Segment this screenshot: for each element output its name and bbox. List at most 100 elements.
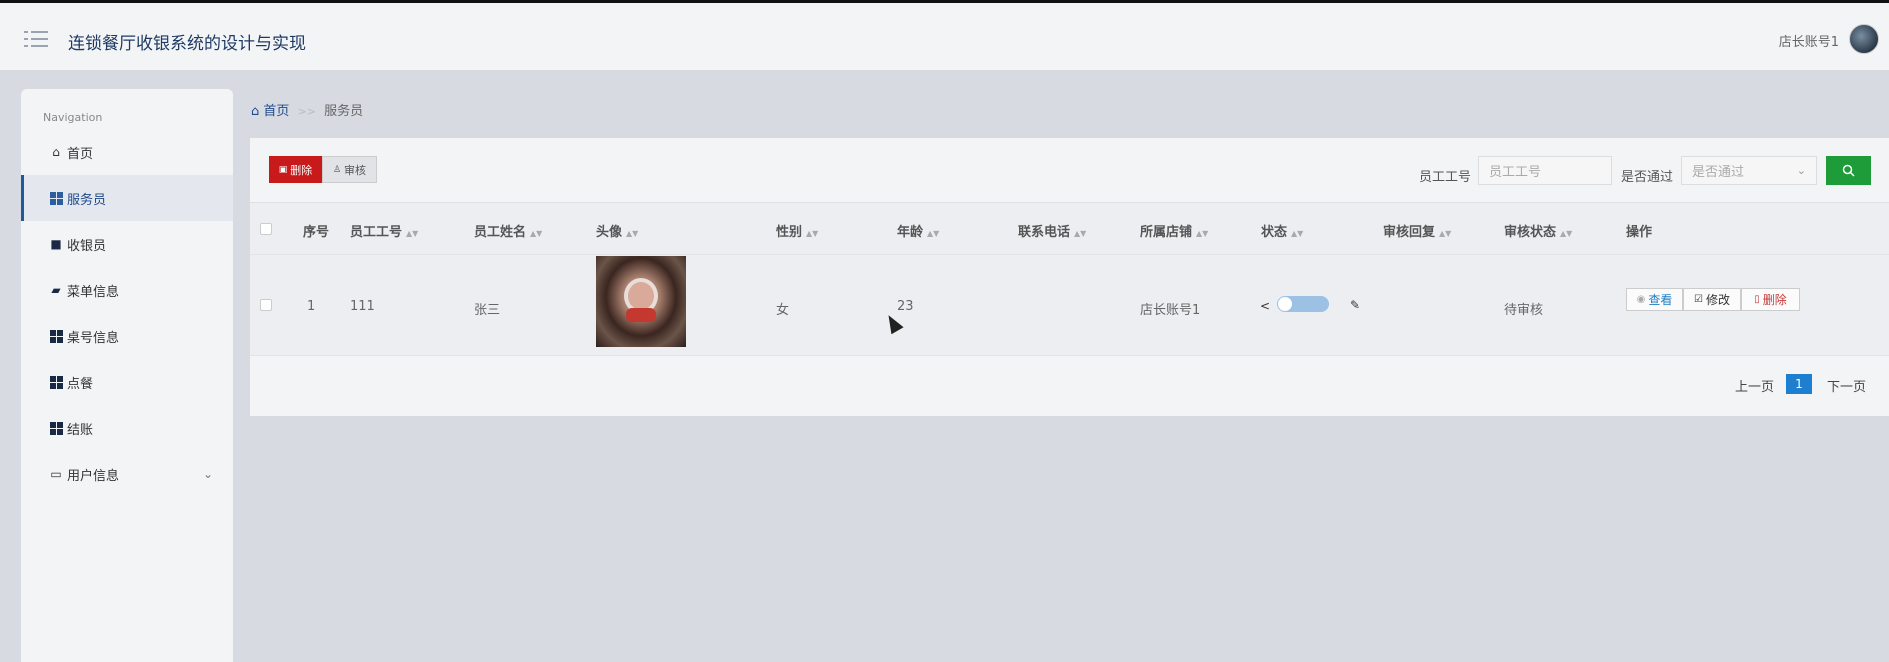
next-page-button[interactable]: 下一页 bbox=[1827, 376, 1866, 395]
user-avatar[interactable] bbox=[1849, 24, 1879, 54]
col-store[interactable]: 所属店铺 ▲▼ bbox=[1140, 221, 1208, 240]
select-all-checkbox[interactable] bbox=[260, 223, 272, 235]
cell-age: 23 bbox=[897, 299, 914, 314]
sidebar: Navigation ⌂ 首页 服务员 ■ 收银员 ▰ 菜单信息 桌号信息 点餐… bbox=[21, 89, 233, 662]
chevron-down-icon: ⌄ bbox=[1796, 164, 1806, 177]
col-staff-id[interactable]: 员工工号 ▲▼ bbox=[350, 221, 418, 240]
sidebar-item-label: 桌号信息 bbox=[67, 330, 120, 346]
sidebar-item-menu[interactable]: ▰ 菜单信息 bbox=[21, 267, 233, 313]
col-name[interactable]: 员工姓名 ▲▼ bbox=[474, 221, 542, 240]
grid-icon bbox=[49, 375, 63, 389]
breadcrumb-home[interactable]: ⌂ 首页 bbox=[251, 104, 289, 119]
card-icon: ▭ bbox=[50, 467, 62, 481]
cell-name: 张三 bbox=[474, 303, 501, 318]
sidebar-item-label: 点餐 bbox=[67, 376, 94, 392]
col-reply-label: 审核回复 bbox=[1383, 225, 1436, 240]
edit-button[interactable]: ☑ 修改 bbox=[1683, 288, 1741, 311]
row-delete-button[interactable]: ▯ 删除 bbox=[1741, 288, 1800, 311]
col-staff-id-label: 员工工号 bbox=[350, 225, 403, 240]
user-icon: ♙ bbox=[332, 164, 342, 175]
cell-audit-status: 待审核 bbox=[1504, 303, 1544, 318]
col-status-label: 状态 bbox=[1261, 225, 1288, 240]
col-photo[interactable]: 头像 ▲▼ bbox=[596, 221, 638, 240]
sidebar-item-order[interactable]: 点餐 bbox=[21, 359, 233, 405]
view-label: 查看 bbox=[1648, 293, 1673, 307]
table-header: 序号 员工工号 ▲▼ 员工姓名 ▲▼ 头像 ▲▼ 性别 ▲▼ 年龄 ▲▼ 联系电话 ▲▼ 所… bbox=[250, 202, 1889, 254]
filter-id-label: 员工工号 bbox=[1419, 170, 1472, 185]
grid-icon bbox=[49, 191, 63, 205]
col-index: 序号 bbox=[303, 225, 330, 240]
audit-label: 审核 bbox=[344, 163, 367, 177]
col-age[interactable]: 年龄 ▲▼ bbox=[897, 221, 939, 240]
bulk-delete-label: 删除 bbox=[290, 163, 313, 177]
col-photo-label: 头像 bbox=[596, 225, 623, 240]
col-phone-label: 联系电话 bbox=[1018, 225, 1071, 240]
prev-page-button[interactable]: 上一页 bbox=[1735, 376, 1774, 395]
cell-store: 店长账号1 bbox=[1140, 303, 1201, 318]
sidebar-item-label: 首页 bbox=[67, 146, 94, 162]
sidebar-item-home[interactable]: ⌂ 首页 bbox=[21, 129, 233, 175]
staff-photo[interactable] bbox=[596, 256, 686, 347]
search-button[interactable] bbox=[1826, 156, 1871, 185]
row-delete-label: 删除 bbox=[1762, 293, 1787, 307]
col-audit-status-label: 审核状态 bbox=[1504, 225, 1557, 240]
cell-index: 1 bbox=[307, 299, 316, 314]
pass-status-select[interactable]: 是否通过 ⌄ bbox=[1681, 156, 1817, 185]
breadcrumb-separator: >> bbox=[297, 105, 316, 118]
main-panel: ▣ 删除 ♙ 审核 员工工号 员工工号 是否通过 是否通过 ⌄ 序号 员工工号 ▲… bbox=[250, 138, 1889, 416]
col-gender[interactable]: 性别 ▲▼ bbox=[776, 221, 818, 240]
app-title: 连锁餐厅收银系统的设计与实现 bbox=[68, 34, 306, 54]
col-gender-label: 性别 bbox=[776, 225, 803, 240]
home-icon: ⌂ bbox=[52, 145, 60, 159]
bulk-delete-button[interactable]: ▣ 删除 bbox=[269, 156, 322, 183]
col-name-label: 员工姓名 bbox=[474, 225, 527, 240]
top-bar: 连锁餐厅收银系统的设计与实现 店长账号1 bbox=[0, 0, 1889, 70]
wallet-icon: ▰ bbox=[51, 283, 61, 297]
edit-label: 修改 bbox=[1705, 293, 1730, 307]
grid-icon bbox=[49, 329, 63, 343]
edit-pen-icon[interactable]: ✎ bbox=[1350, 298, 1360, 312]
trash-icon: ▯ bbox=[1754, 294, 1760, 305]
sidebar-item-checkout[interactable]: 结账 bbox=[21, 405, 233, 451]
col-store-label: 所属店铺 bbox=[1140, 225, 1193, 240]
breadcrumb-home-label: 首页 bbox=[263, 104, 290, 119]
col-reply[interactable]: 审核回复 ▲▼ bbox=[1383, 221, 1451, 240]
audit-button[interactable]: ♙ 审核 bbox=[322, 156, 377, 183]
sidebar-item-table[interactable]: 桌号信息 bbox=[21, 313, 233, 359]
share-icon[interactable]: < bbox=[1260, 299, 1270, 313]
col-status[interactable]: 状态 ▲▼ bbox=[1261, 221, 1303, 240]
sidebar-item-label: 菜单信息 bbox=[67, 284, 120, 300]
pass-status-placeholder: 是否通过 bbox=[1692, 165, 1745, 180]
row-checkbox[interactable] bbox=[260, 299, 272, 311]
sidebar-item-label: 用户信息 bbox=[67, 468, 120, 484]
cell-gender: 女 bbox=[776, 303, 790, 318]
page-number-current[interactable]: 1 bbox=[1786, 374, 1812, 394]
toolbar: ▣ 删除 ♙ 审核 员工工号 员工工号 是否通过 是否通过 ⌄ bbox=[250, 138, 1889, 202]
staff-id-input[interactable]: 员工工号 bbox=[1478, 156, 1612, 185]
sidebar-item-cashier[interactable]: ■ 收银员 bbox=[21, 221, 233, 267]
status-toggle[interactable] bbox=[1277, 296, 1329, 312]
grid-icon bbox=[49, 421, 63, 435]
ticket-icon: ■ bbox=[50, 237, 62, 251]
col-age-label: 年龄 bbox=[897, 225, 924, 240]
current-user[interactable]: 店长账号1 bbox=[1779, 31, 1839, 50]
col-audit-status[interactable]: 审核状态 ▲▼ bbox=[1504, 221, 1572, 240]
sidebar-item-label: 结账 bbox=[67, 422, 94, 438]
nav-heading: Navigation bbox=[43, 111, 103, 124]
eye-icon: ◉ bbox=[1636, 294, 1646, 305]
edit-icon: ☑ bbox=[1694, 294, 1703, 305]
sidebar-item-user-info[interactable]: ▭ 用户信息 ⌄ bbox=[21, 451, 233, 497]
sidebar-item-waiter[interactable]: 服务员 bbox=[21, 175, 233, 221]
filter-pass-label: 是否通过 bbox=[1621, 170, 1674, 185]
sidebar-item-label: 服务员 bbox=[67, 192, 107, 208]
breadcrumb: ⌂ 首页 >> 服务员 bbox=[251, 100, 363, 119]
trash-icon: ▣ bbox=[278, 164, 288, 175]
menu-toggle-icon[interactable] bbox=[24, 31, 48, 49]
col-phone[interactable]: 联系电话 ▲▼ bbox=[1018, 221, 1086, 240]
view-button[interactable]: ◉ 查看 bbox=[1626, 288, 1683, 311]
breadcrumb-current: 服务员 bbox=[324, 104, 364, 119]
chevron-down-icon: ⌄ bbox=[202, 467, 213, 481]
col-actions: 操作 bbox=[1626, 225, 1653, 240]
sidebar-item-label: 收银员 bbox=[67, 238, 107, 254]
cell-staff-id: 111 bbox=[350, 299, 375, 314]
